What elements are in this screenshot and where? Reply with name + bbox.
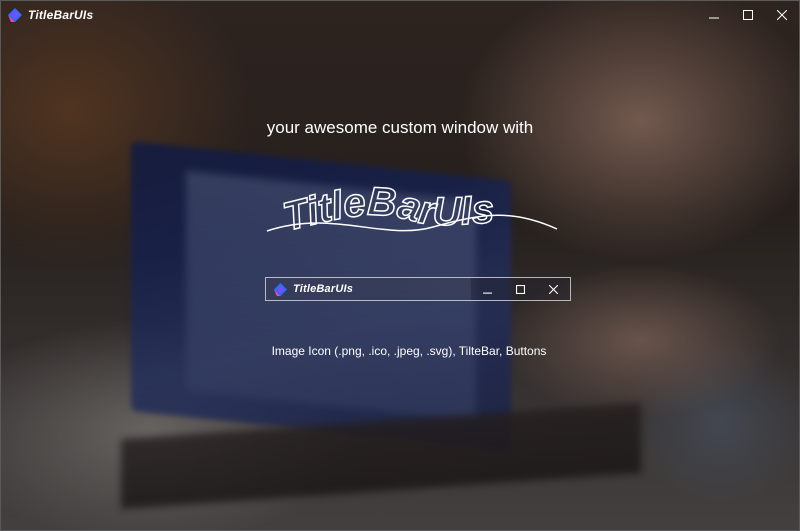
minimize-icon	[709, 17, 719, 18]
svg-text:TitleBarUIs: TitleBarUIs	[279, 180, 496, 240]
close-icon	[777, 9, 787, 20]
maximize-button[interactable]	[731, 1, 765, 28]
minimize-button[interactable]	[697, 1, 731, 28]
close-button[interactable]	[765, 1, 799, 28]
preview-maximize-button[interactable]	[504, 278, 537, 300]
window-title: TitleBarUIs	[28, 7, 94, 22]
background-overlay	[1, 1, 799, 530]
preview-title: TitleBarUIs	[293, 283, 354, 295]
title-bar[interactable]: TitleBarUIs	[1, 1, 799, 28]
preview-minimize-button[interactable]	[471, 278, 504, 300]
maximize-icon	[743, 9, 753, 20]
features-caption: Image Icon (.png, .ico, .jpeg, .svg), Ti…	[271, 344, 547, 358]
titlebar-preview: TitleBarUIs	[265, 277, 571, 301]
close-icon	[549, 284, 558, 294]
preview-close-button[interactable]	[537, 278, 570, 300]
preview-logo-icon	[274, 282, 287, 296]
minimize-icon	[483, 292, 492, 294]
titlebaruis-wordmark: TitleBarUIs	[266, 179, 558, 240]
preview-controls	[471, 278, 570, 300]
maximize-icon	[516, 284, 525, 294]
app-window: TitleBarUIs your awesome custom window w…	[0, 0, 800, 531]
titlebaruis-logo-icon	[8, 7, 22, 22]
tagline-text: your awesome custom window with	[266, 118, 534, 137]
wordmark-text: TitleBarUIs	[278, 179, 496, 241]
window-controls	[697, 1, 799, 28]
